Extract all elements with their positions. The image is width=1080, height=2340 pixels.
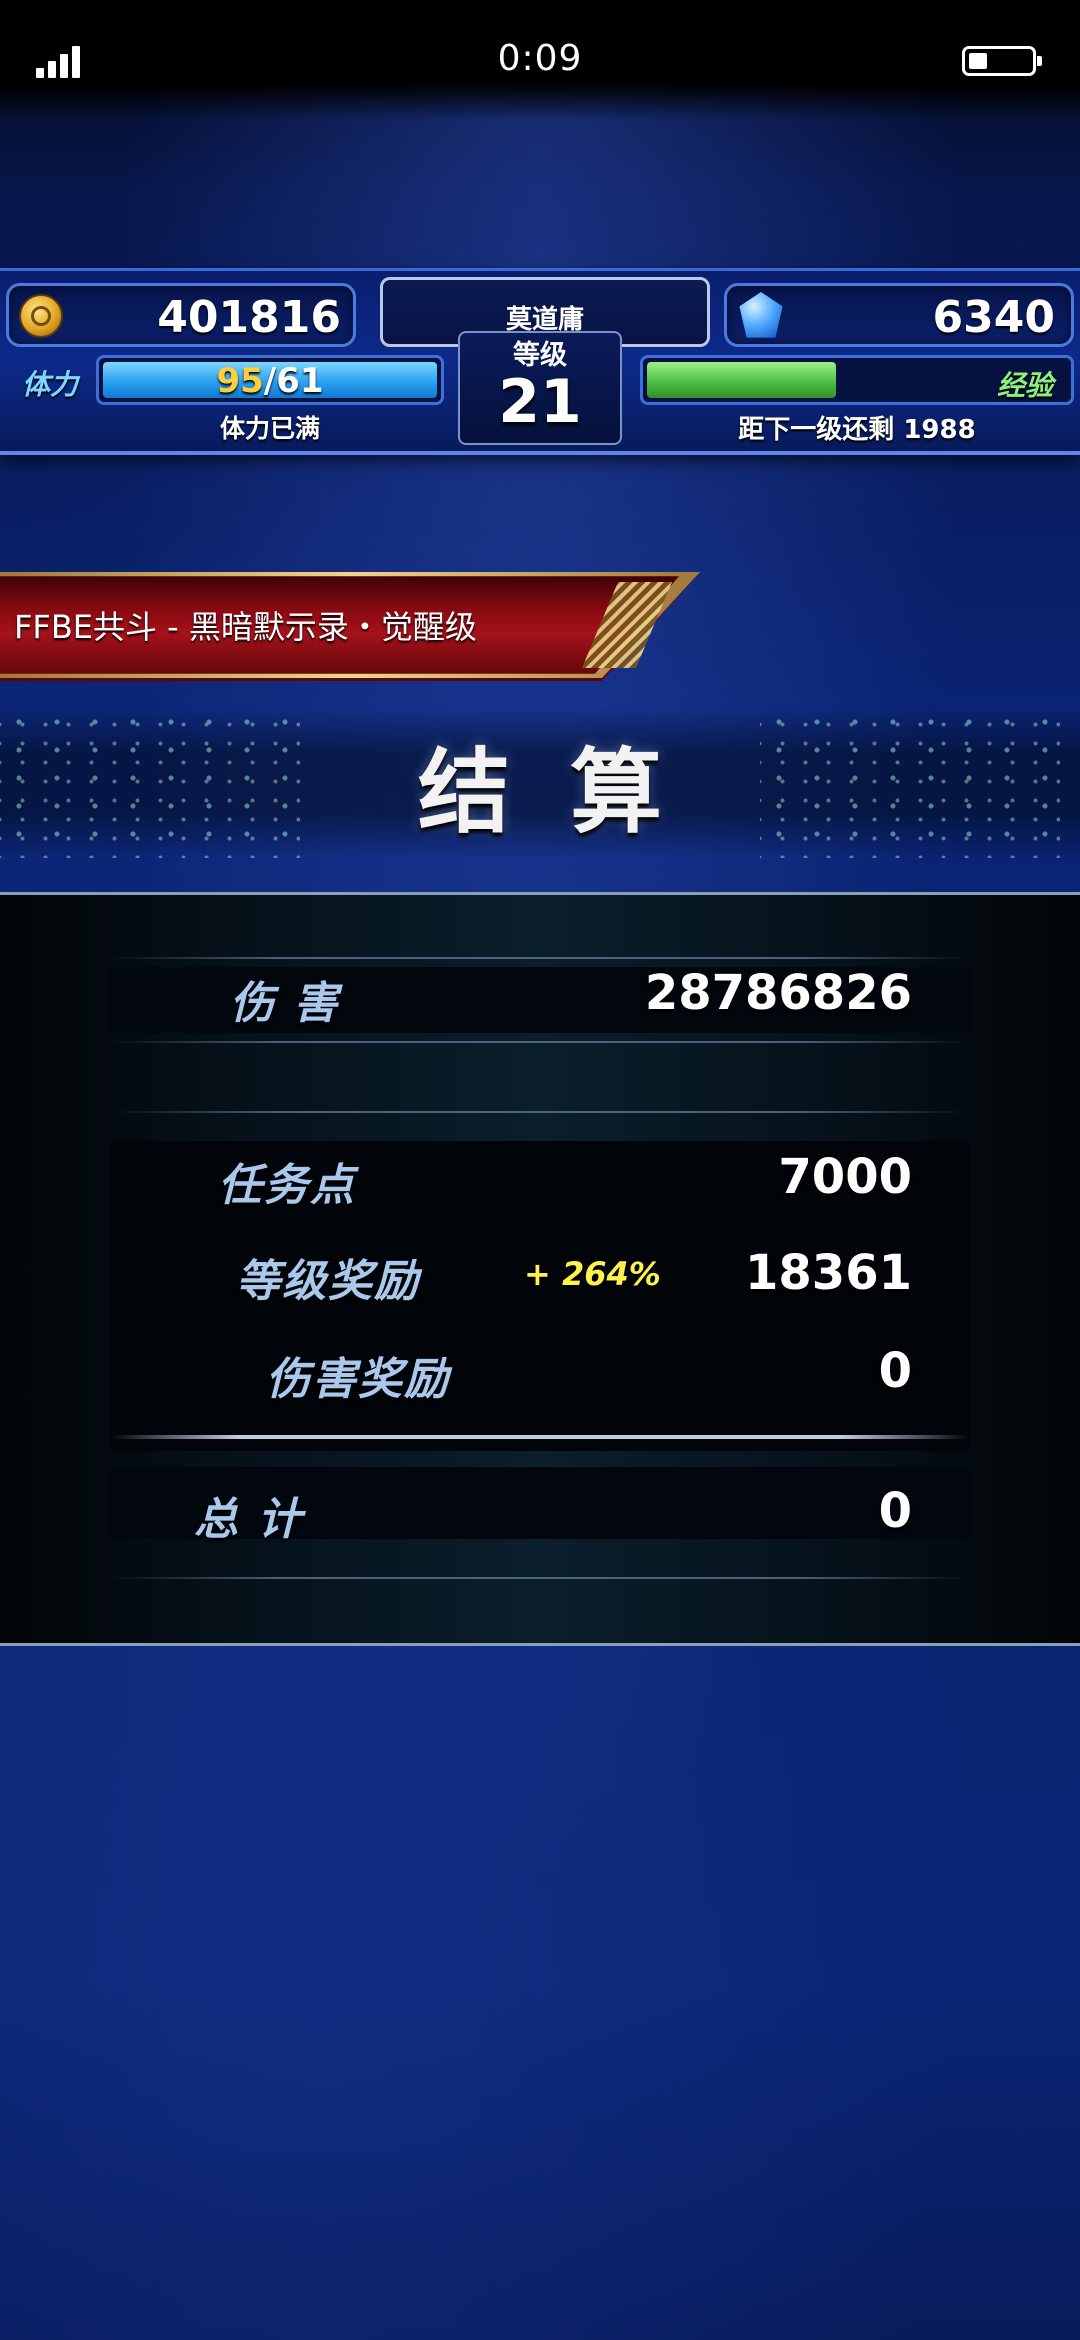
- stamina-max: /61: [263, 361, 324, 401]
- gil-amount: 401816: [157, 292, 341, 343]
- exp-bar-fill: [647, 362, 836, 398]
- battery-icon: [962, 46, 1042, 76]
- results-title: 结算: [417, 739, 722, 846]
- total-value: 0: [878, 1483, 912, 1539]
- lapis-amount: 6340: [932, 292, 1055, 343]
- level-value: 21: [498, 367, 582, 437]
- level-bonus-percent: + 264%: [524, 1255, 661, 1293]
- stamina-current: 95: [216, 361, 264, 401]
- gil-coin-icon: [19, 294, 63, 338]
- stamina-text: 95/61: [99, 361, 441, 401]
- gil-display: 401816: [6, 283, 356, 347]
- status-time: 0:09: [497, 38, 583, 79]
- exp-remaining: 距下一级还剩 1988: [738, 415, 976, 445]
- stamina-status: 体力已满: [219, 414, 320, 443]
- lapis-gem-icon: [739, 292, 783, 338]
- stamina-label: 体力: [22, 368, 79, 401]
- exp-label: 经验: [996, 369, 1053, 402]
- total-label: 总 计: [194, 1494, 304, 1545]
- damage-bonus-label: 伤害奖励: [266, 1354, 450, 1405]
- quest-banner: FFBE共斗 - 黑暗默示录・觉醒级: [0, 572, 700, 681]
- level-bonus-label: 等级奖励: [236, 1256, 420, 1307]
- quest-title: FFBE共斗 - 黑暗默示录・觉醒级: [14, 608, 477, 646]
- exp-bar: 经验: [640, 355, 1074, 405]
- mission-points-label: 任务点: [218, 1160, 356, 1211]
- mission-points-value: 7000: [778, 1149, 912, 1205]
- results-panel: 伤 害 28786826 任务点 7000 等级奖励 + 264% 18361 …: [0, 892, 1080, 1646]
- status-bar: 0:09: [0, 0, 1080, 120]
- damage-value: 28786826: [644, 965, 912, 1021]
- damage-label: 伤 害: [230, 978, 340, 1029]
- lapis-display: 6340: [724, 283, 1074, 347]
- total-divider: [110, 1435, 970, 1439]
- stamina-bar: 95/61: [96, 355, 444, 405]
- player-hud: 401816 莫道庸 等级 21 6340 体力 95/61 体力已满 经验 距…: [0, 268, 1080, 455]
- damage-bonus-value: 0: [878, 1343, 912, 1399]
- level-bonus-value: 18361: [745, 1245, 912, 1301]
